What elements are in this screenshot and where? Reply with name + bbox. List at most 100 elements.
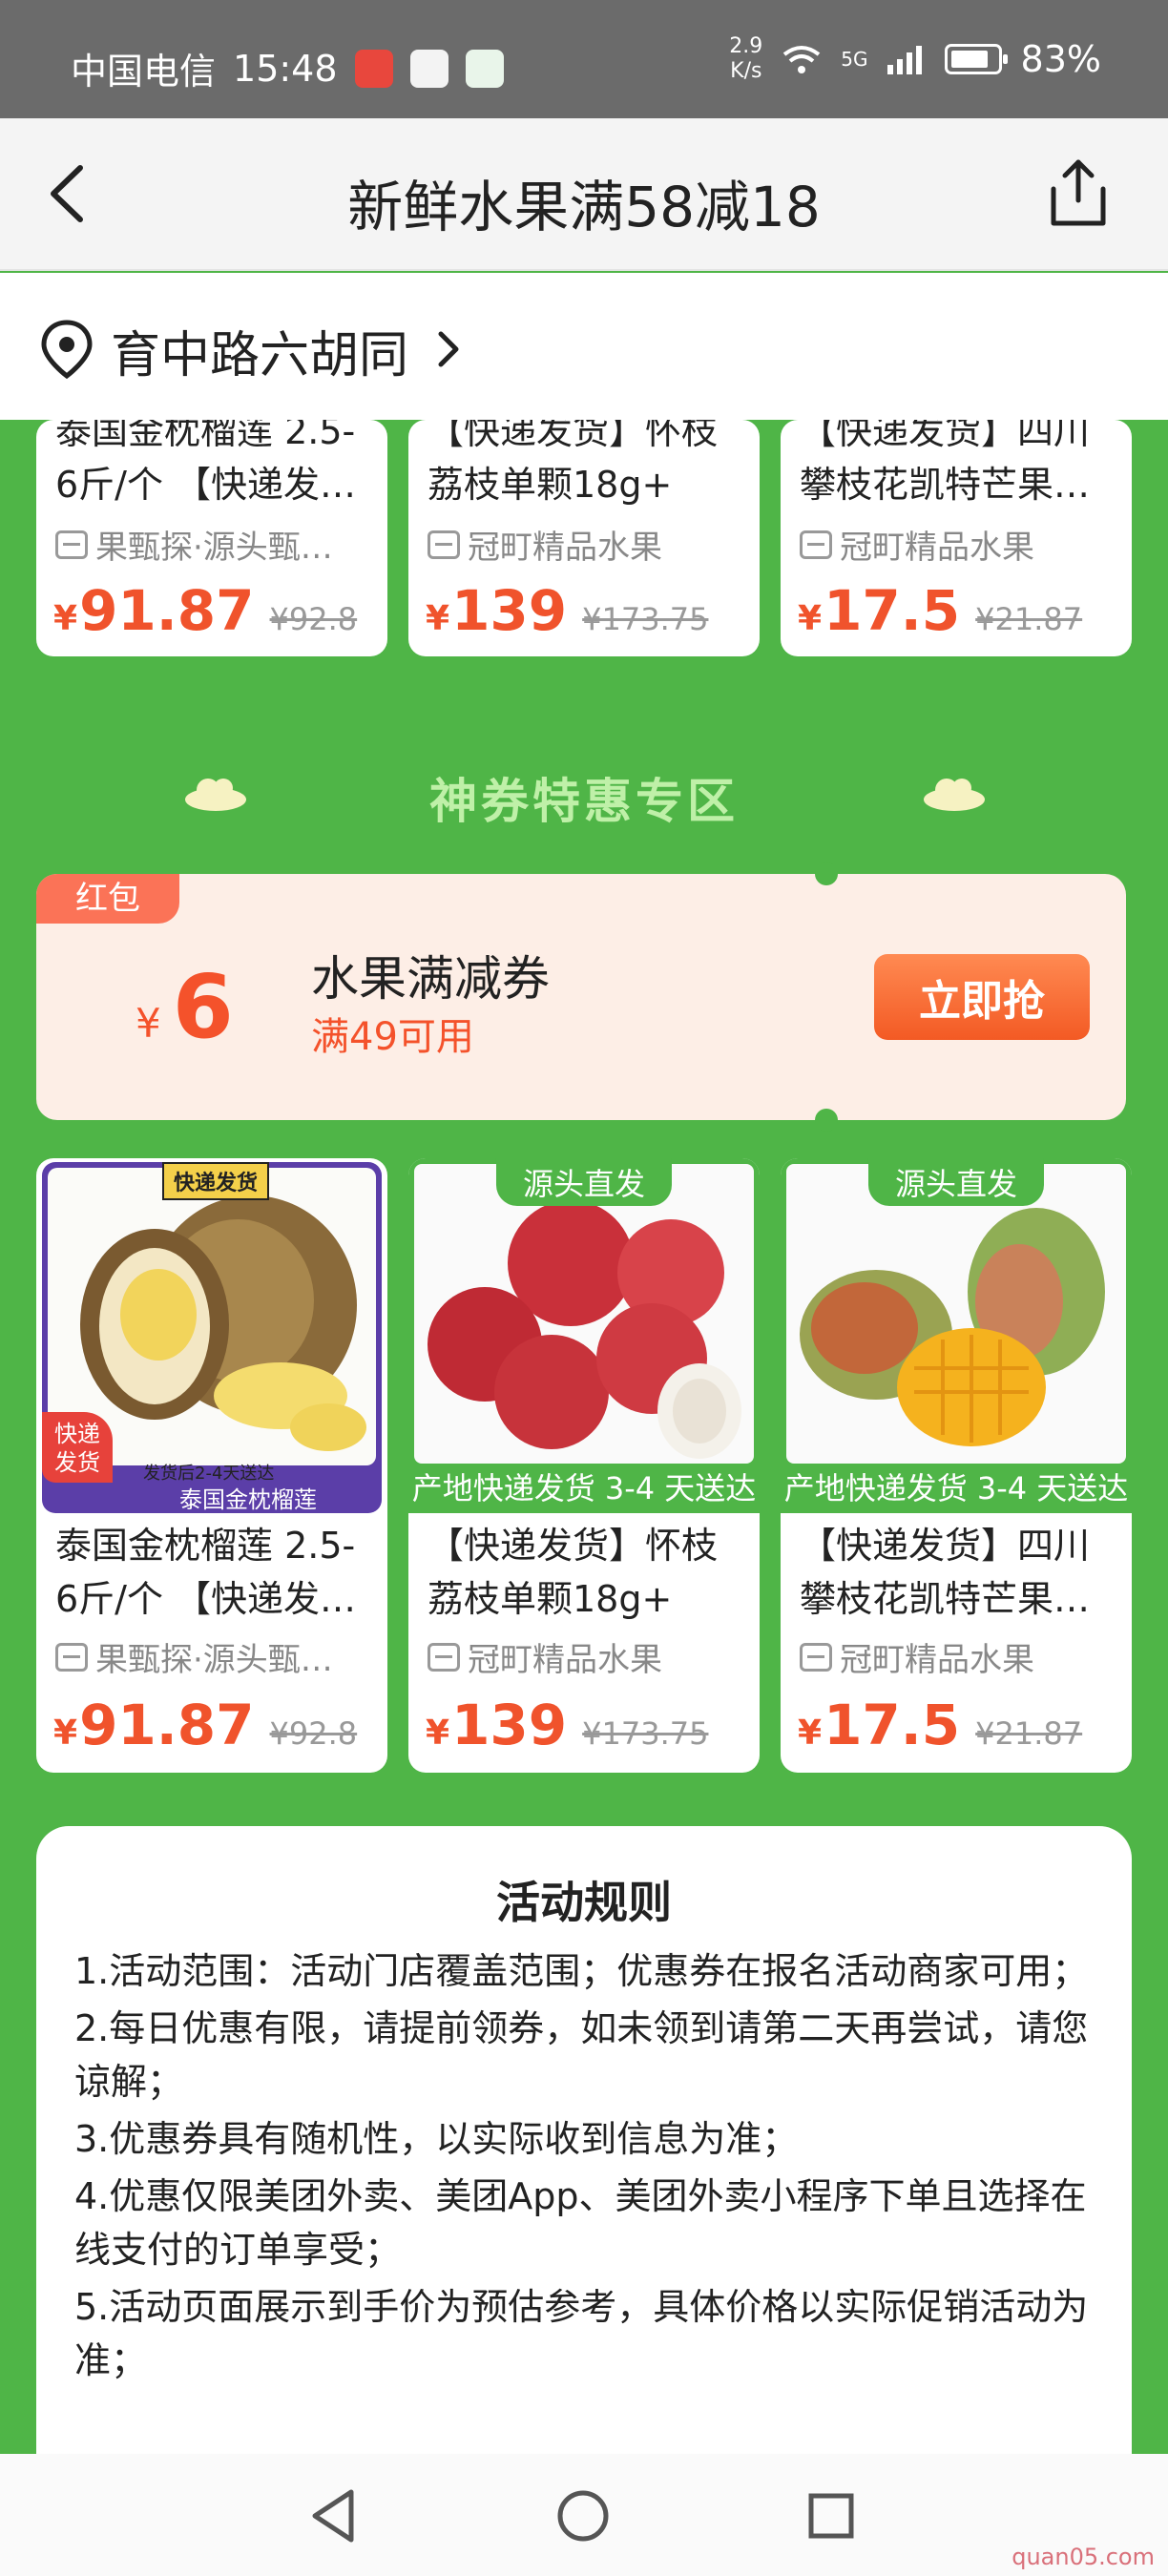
product-title: 泰国金枕榴莲 2.5-6斤/个 【快递发… (55, 1525, 357, 1620)
coupon-amount: ¥ 6 (136, 956, 234, 1058)
product-title: 泰国金枕榴莲 2.5-6斤/个 【快递发… (55, 420, 357, 506)
product-card[interactable]: 快递发货 快递 发货 发货后2-4天送达 泰国金枕榴莲 泰国金枕榴莲 2.5-6… (36, 1158, 387, 1773)
current-price: ¥139 (426, 1693, 568, 1757)
product-card[interactable]: 【快递发货】怀枝荔枝单颗18g+ 冠町精品水果 ¥139 ¥173.75 (408, 420, 760, 656)
product-image[interactable]: 快递发货 快递 发货 发货后2-4天送达 泰国金枕榴莲 (42, 1162, 382, 1513)
price-row: ¥139 ¥173.75 (426, 1693, 708, 1757)
status-bar: 中国电信 15:48 2.9 K/s 5G 83% (0, 0, 1168, 118)
shop-name[interactable]: 冠町精品水果 (428, 1633, 750, 1680)
shop-name-label: 冠町精品水果 (840, 1641, 1034, 1679)
shop-name-label: 果甄探·源头甄… (95, 529, 333, 567)
express-badge-corner: 快递 发货 (42, 1412, 113, 1483)
shop-name[interactable]: 冠町精品水果 (800, 1633, 1122, 1680)
price-row: ¥91.87 ¥92.8 (53, 1693, 357, 1757)
current-price: ¥91.87 (53, 578, 255, 643)
delivery-strip: 产地快递发货 3-4 天送达 (408, 1465, 760, 1511)
express-badge-top: 快递发货 (162, 1162, 270, 1200)
original-price: ¥92.8 (269, 1715, 358, 1752)
coupon-notch-bottom (815, 1109, 838, 1132)
shop-icon (55, 1642, 88, 1672)
share-icon[interactable] (1042, 156, 1115, 229)
original-price: ¥173.75 (582, 601, 709, 637)
signal-icon (886, 46, 922, 74)
shop-name[interactable]: 冠町精品水果 (800, 521, 1122, 568)
current-price: ¥17.5 (798, 578, 961, 643)
coupon-notch-top (815, 862, 838, 885)
back-triangle-icon[interactable] (302, 2483, 368, 2549)
network-type-label: 5G (841, 48, 868, 71)
app-notification-icon (465, 49, 504, 88)
product-card[interactable]: 【快递发货】四川攀枝花凯特芒果… 冠町精品水果 ¥17.5 ¥21.87 (781, 420, 1132, 656)
status-left: 中国电信 15:48 (71, 42, 504, 94)
rule-item: 3.优惠券具有随机性，以实际收到信息为准； (74, 2118, 799, 2160)
status-right: 2.9 K/s 5G 83% (729, 34, 1101, 84)
coupon-tag: 红包 (36, 874, 179, 924)
product-title: 【快递发货】怀枝荔枝单颗18g+ (428, 1525, 719, 1620)
section-title: 神券特惠专区 (429, 774, 739, 829)
battery-icon (944, 44, 1008, 74)
product-card[interactable]: 源头直发 产地快递发货 3-4 天送达 【快递发货】怀枝荔枝单颗18g+ 冠町精… (408, 1158, 760, 1773)
shop-name-label: 冠町精品水果 (468, 529, 662, 567)
wifi-icon (783, 46, 821, 73)
price-row: ¥17.5 ¥21.87 (798, 578, 1082, 643)
chevron-right-icon (438, 331, 459, 367)
rule-item: 2.每日优惠有限，请提前领券，如未领到请第二天再尝试，请您谅解； (74, 2007, 1089, 2103)
system-nav-bar: quan05.com (0, 2454, 1168, 2576)
shop-icon (800, 1642, 832, 1672)
current-price-value: 17.5 (824, 578, 961, 643)
current-price: ¥17.5 (798, 1693, 961, 1757)
current-price: ¥91.87 (53, 1693, 255, 1757)
shop-name[interactable]: 果甄探·源头甄… (55, 521, 378, 568)
current-price-value: 139 (451, 578, 568, 643)
network-speed: 2.9 K/s (729, 34, 762, 84)
original-price: ¥21.87 (975, 1715, 1083, 1752)
cloud-decoration-icon (924, 779, 985, 811)
shop-icon (428, 1642, 460, 1672)
shop-name-label: 冠町精品水果 (840, 529, 1034, 567)
home-circle-icon[interactable] (550, 2483, 616, 2549)
nav-bar: 新鲜水果满58减18 (0, 118, 1168, 271)
rules-title: 活动规则 (496, 1877, 672, 1928)
shop-name[interactable]: 果甄探·源头甄… (55, 1633, 378, 1680)
coupon-amount-value: 6 (172, 956, 234, 1058)
shop-icon (55, 530, 88, 559)
app-notification-icon (354, 49, 393, 88)
coupon-condition: 满49可用 (311, 1015, 474, 1059)
rules-list: 1.活动范围：活动门店覆盖范围；优惠券在报名活动商家可用； 2.每日优惠有限，请… (74, 1944, 1090, 2391)
current-price-value: 91.87 (79, 1693, 255, 1757)
shop-icon (428, 530, 460, 559)
delivery-strip: 产地快递发货 3-4 天送达 (781, 1465, 1132, 1511)
current-price-value: 17.5 (824, 1693, 961, 1757)
image-caption: 泰国金枕榴莲 (179, 1486, 317, 1513)
product-image[interactable]: 源头直发 产地快递发货 3-4 天送达 (408, 1158, 760, 1513)
rule-item: 1.活动范围：活动门店覆盖范围；优惠券在报名活动商家可用； (74, 1950, 1089, 1992)
direct-from-origin-badge: 源头直发 (495, 1158, 673, 1206)
coupon-card: 红包 ¥ 6 水果满减券 满49可用 立即抢 (36, 862, 1126, 1132)
current-price: ¥139 (426, 578, 568, 643)
carrier-label: 中国电信 (71, 51, 217, 93)
original-price: ¥92.8 (269, 601, 358, 637)
shop-name-label: 果甄探·源头甄… (95, 1641, 333, 1679)
product-image[interactable]: 源头直发 产地快递发货 3-4 天送达 (781, 1158, 1132, 1513)
product-card[interactable]: 泰国金枕榴莲 2.5-6斤/个 【快递发… 果甄探·源头甄… ¥91.87 ¥9… (36, 420, 387, 656)
battery-label: 83% (1020, 38, 1101, 80)
grab-coupon-button[interactable]: 立即抢 (874, 954, 1090, 1040)
recents-square-icon[interactable] (798, 2483, 865, 2549)
product-title: 【快递发货】怀枝荔枝单颗18g+ (428, 420, 719, 506)
price-row: ¥91.87 ¥92.8 (53, 578, 357, 643)
product-title: 【快递发货】四川攀枝花凯特芒果… (800, 1525, 1091, 1620)
original-price: ¥173.75 (582, 1715, 709, 1752)
coupon-currency: ¥ (136, 1000, 161, 1047)
clock-label: 15:48 (233, 47, 338, 90)
price-row: ¥17.5 ¥21.87 (798, 1693, 1082, 1757)
address-bar[interactable]: 育中路六胡同 (0, 273, 1168, 420)
product-card[interactable]: 源头直发 产地快递发货 3-4 天送达 【快递发货】四川攀枝花凯特芒果… 冠町精… (781, 1158, 1132, 1773)
shop-name[interactable]: 冠町精品水果 (428, 521, 750, 568)
current-price-value: 139 (451, 1693, 568, 1757)
page-title: 新鲜水果满58减18 (347, 175, 821, 239)
rule-item: 4.优惠仅限美团外卖、美团App、美团外卖小程序下单且选择在线支付的订单享受； (74, 2175, 1087, 2271)
address-label: 育中路六胡同 (111, 327, 409, 384)
current-price-value: 91.87 (79, 578, 255, 643)
original-price: ¥21.87 (975, 601, 1083, 637)
shop-name-label: 冠町精品水果 (468, 1641, 662, 1679)
